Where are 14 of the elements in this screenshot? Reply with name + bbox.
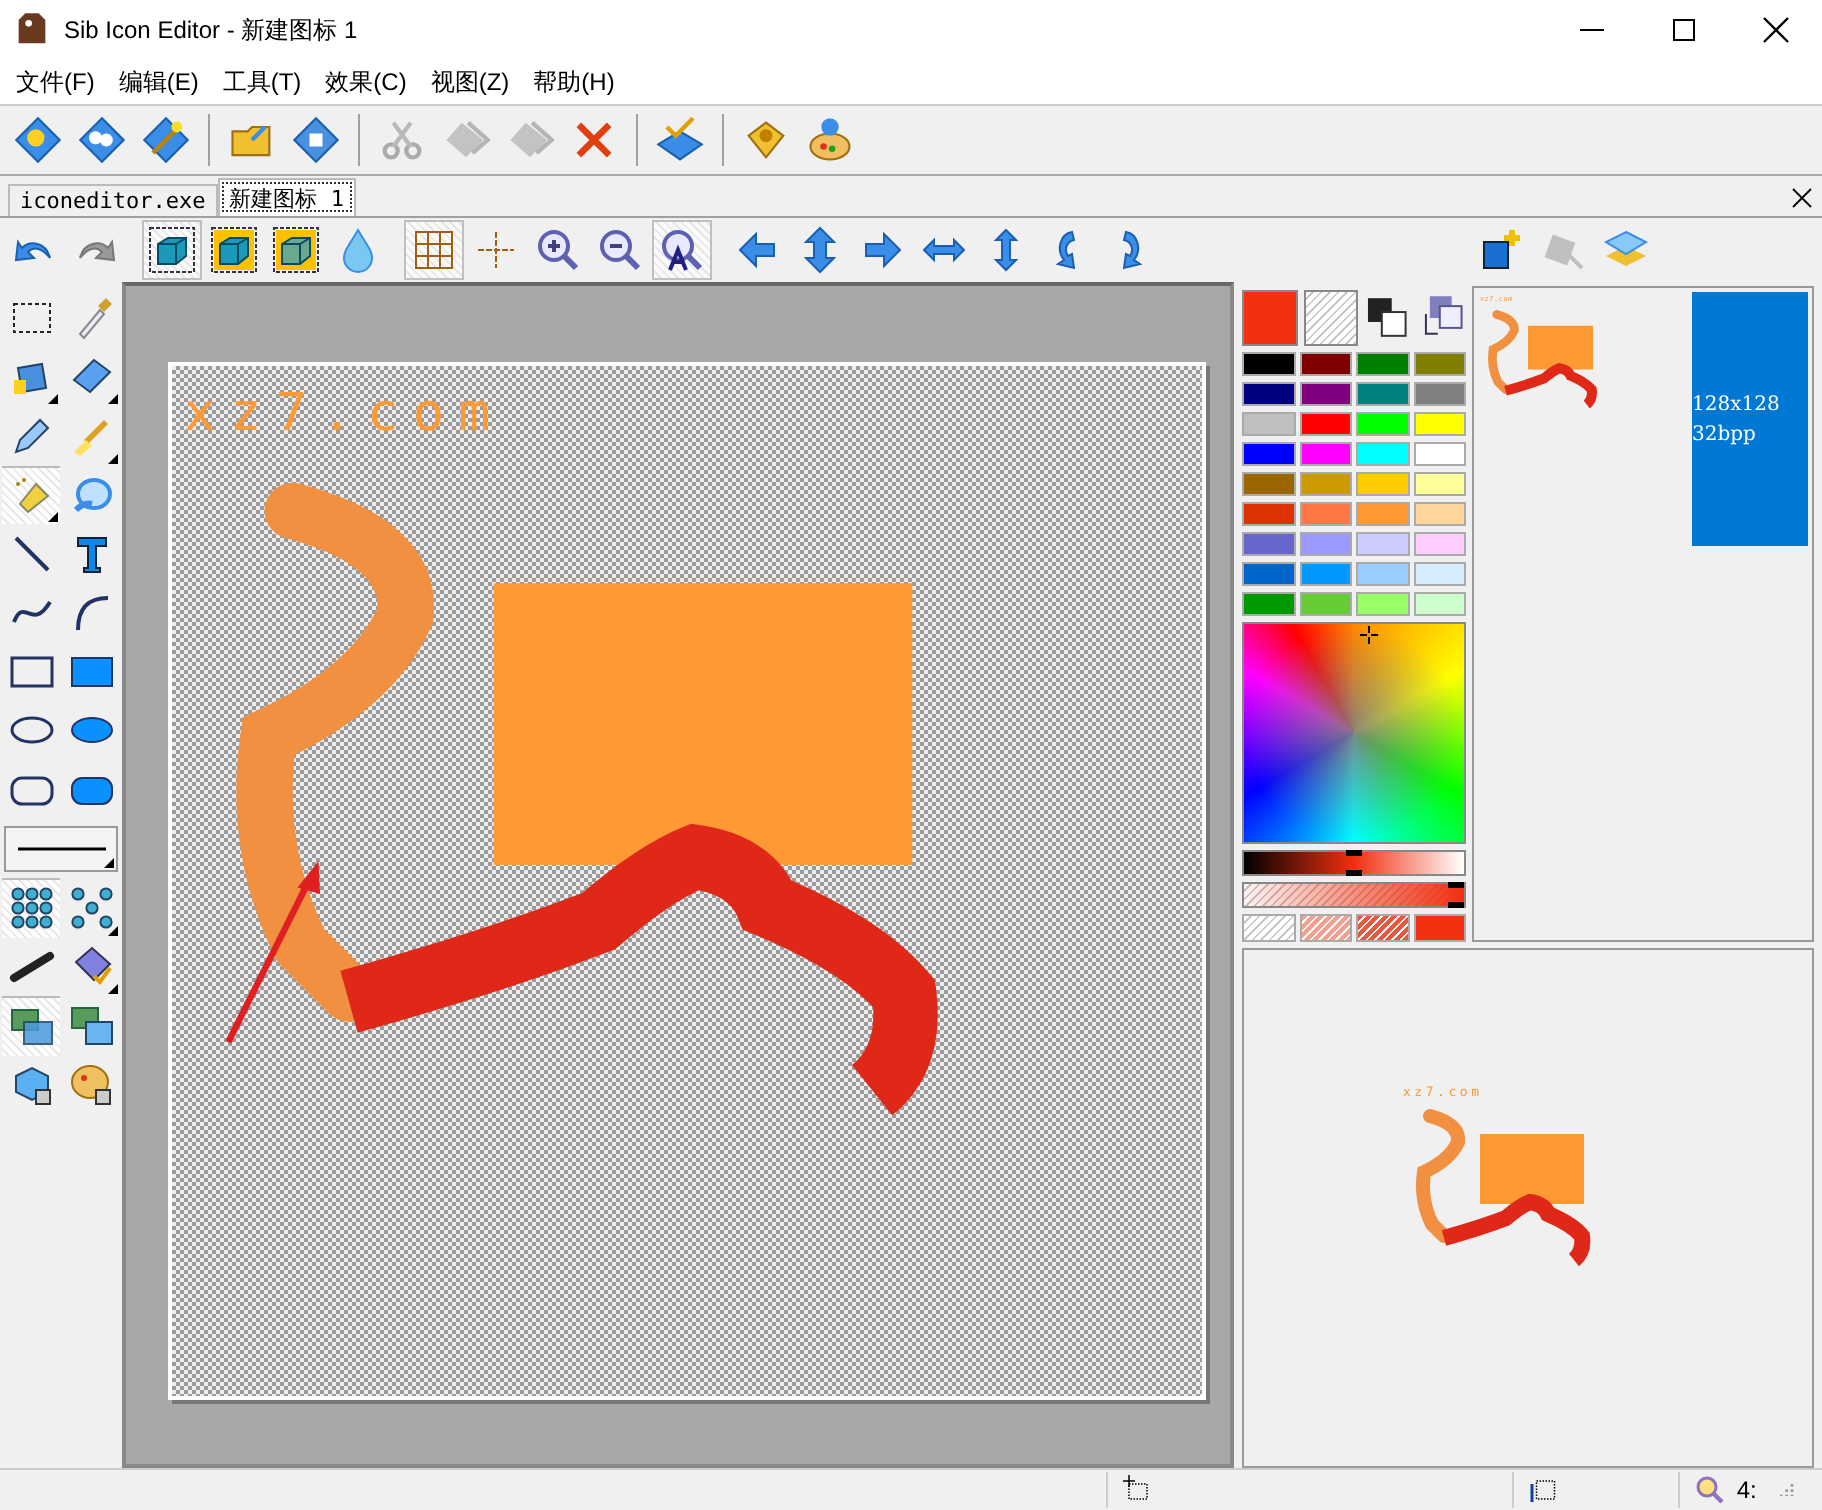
document-tab[interactable]: iconeditor.exe	[8, 184, 218, 216]
menu-item[interactable]: 工具(T)	[210, 60, 314, 104]
zoom-level-text: 4:	[1736, 1476, 1757, 1504]
menu-item[interactable]: 编辑(E)	[106, 60, 211, 104]
watermark-text: xz7.com	[184, 384, 490, 445]
icon-format-tile[interactable]: 128x128 32bpp	[1692, 292, 1808, 546]
menu-item[interactable]: 视图(Z)	[418, 60, 522, 104]
menu-item[interactable]: 帮助(H)	[521, 60, 627, 104]
menu-item[interactable]: 文件(F)	[4, 60, 107, 104]
document-tab[interactable]: 新建图标 1	[217, 178, 356, 216]
color-depth-text: 32bpp	[1692, 421, 1758, 449]
menu-item[interactable]: 效果(C)	[313, 60, 419, 104]
window-title: Sib Icon Editor - 新建图标 1	[64, 13, 360, 47]
icon-size-text: 128x128	[1692, 391, 1782, 419]
